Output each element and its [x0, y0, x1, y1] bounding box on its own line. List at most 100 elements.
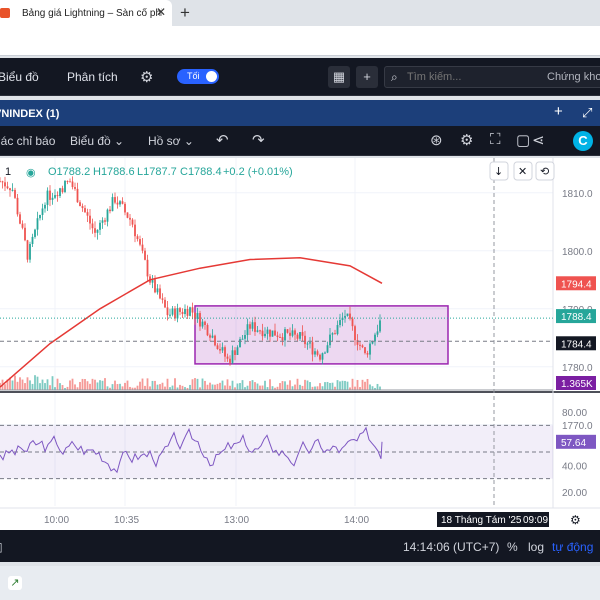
candle-body	[101, 220, 104, 223]
candle-body	[111, 197, 114, 212]
axis-settings-gear-icon[interactable]: ⚙	[570, 513, 581, 527]
candle-body	[191, 307, 194, 313]
site-favicon-icon	[0, 8, 10, 18]
volume-bar	[166, 378, 169, 390]
percent-toggle[interactable]: %	[507, 540, 518, 554]
share-icon[interactable]: ⋖	[532, 131, 545, 149]
volume-bar	[206, 384, 209, 390]
volume-bar	[341, 380, 344, 390]
tab-close-icon[interactable]: ✕	[156, 5, 166, 19]
app-icon[interactable]: ↗	[8, 576, 22, 590]
indicators-button[interactable]: Các chỉ báo	[0, 134, 55, 148]
candle-body	[201, 321, 204, 327]
chart-type-dropdown[interactable]: Biểu đồ ⌄	[70, 134, 124, 148]
calendar-icon[interactable]: ▯	[0, 540, 3, 554]
candle-body	[26, 240, 29, 260]
candle-body	[366, 353, 369, 355]
volume-bar	[226, 379, 229, 390]
volume-bar	[181, 385, 184, 390]
volume-bar	[241, 380, 244, 390]
candle-body	[249, 324, 251, 329]
add-panel-icon[interactable]: +	[554, 103, 563, 120]
candle-body	[189, 307, 191, 316]
candle-body	[309, 342, 311, 344]
candle-body	[344, 315, 346, 318]
ohlc-open: O1788.2	[48, 166, 91, 178]
candle-body	[69, 181, 71, 183]
volume-bar	[16, 381, 19, 390]
search-category: Chứng khoán	[547, 71, 600, 83]
browser-tab[interactable]: Bảng giá Lightning – Sàn cổ phiếu ✕	[0, 0, 172, 26]
auto-scale-toggle[interactable]: tự động	[552, 540, 593, 554]
candle-body	[374, 334, 376, 342]
menu-chart[interactable]: Biểu đồ	[0, 70, 39, 84]
rsi-tick-label: 80.00	[562, 408, 587, 419]
candle-body	[121, 201, 124, 204]
volume-bar	[19, 377, 21, 390]
candle-body	[39, 214, 41, 219]
chart-control-icon[interactable]: ⟲	[540, 165, 549, 178]
fullscreen-icon[interactable]: ⛶	[490, 131, 501, 148]
search-box[interactable]: ⌕ Chứng khoán	[384, 66, 600, 88]
volume-bar	[141, 378, 144, 390]
dark-mode-toggle[interactable]: Tối	[177, 69, 219, 84]
candle-body	[371, 341, 374, 344]
candle-body	[169, 314, 171, 316]
volume-bar	[204, 380, 206, 390]
candle-body	[199, 313, 201, 327]
time-tick-label: 10:35	[114, 515, 139, 526]
volume-bar	[214, 384, 216, 390]
volume-bar	[44, 383, 46, 390]
candle-body	[81, 206, 84, 209]
chart-area[interactable]: 1810.01800.01790.01780.01770.01794.41788…	[0, 158, 600, 530]
visibility-dot-icon[interactable]: ◉	[26, 166, 36, 179]
price-chart-svg[interactable]: 1810.01800.01790.01780.01770.01794.41788…	[0, 158, 600, 530]
undo-icon[interactable]: ↶	[216, 131, 229, 149]
candle-body	[4, 182, 6, 187]
volume-bar	[171, 385, 174, 390]
grid-layout-icon[interactable]: ▦	[328, 66, 350, 88]
candle-body	[286, 329, 289, 333]
candle-body	[11, 189, 14, 191]
redo-icon[interactable]: ↷	[252, 131, 265, 149]
volume-bar	[174, 378, 176, 390]
candle-body	[41, 208, 44, 215]
candle-body	[99, 222, 101, 230]
volume-bar	[151, 380, 154, 390]
candle-body	[234, 350, 236, 355]
volume-bar	[286, 384, 289, 390]
volume-bar	[251, 380, 254, 390]
candle-body	[91, 223, 94, 229]
volume-bar	[121, 386, 124, 390]
volume-bar	[24, 383, 26, 390]
screenshot-icon[interactable]: ⊛	[430, 131, 443, 149]
volume-bar	[281, 381, 284, 390]
candle-body	[214, 335, 216, 346]
candle-body	[16, 197, 19, 215]
profile-dropdown[interactable]: Hồ sơ ⌄	[148, 134, 194, 148]
candle-body	[129, 217, 131, 220]
fullscreen-alt-icon[interactable]: ▢	[516, 131, 530, 149]
add-icon[interactable]: +	[356, 66, 378, 88]
volume-bar	[354, 386, 356, 390]
volume-bar	[284, 381, 286, 390]
volume-bar	[71, 378, 74, 390]
chart-control-icon[interactable]: ↓	[494, 165, 503, 178]
search-input[interactable]	[407, 71, 527, 83]
new-tab-button[interactable]: +	[180, 3, 190, 23]
candle-body	[89, 215, 91, 224]
volume-bar	[216, 383, 219, 390]
maximize-icon[interactable]: ⤢	[582, 105, 592, 121]
candle-body	[354, 326, 356, 341]
volume-bar	[104, 378, 106, 390]
candle-body	[34, 229, 36, 237]
chart-settings-gear-icon[interactable]: ⚙	[460, 131, 473, 149]
candle-body	[56, 195, 59, 197]
settings-gear-icon[interactable]: ⚙	[140, 68, 153, 86]
volume-bar	[14, 375, 16, 390]
log-toggle[interactable]: log	[528, 540, 544, 554]
chart-control-icon[interactable]: ✕	[518, 165, 527, 178]
volume-bar	[101, 380, 104, 390]
candle-body	[364, 347, 366, 354]
menu-analysis[interactable]: Phân tích	[67, 70, 118, 84]
